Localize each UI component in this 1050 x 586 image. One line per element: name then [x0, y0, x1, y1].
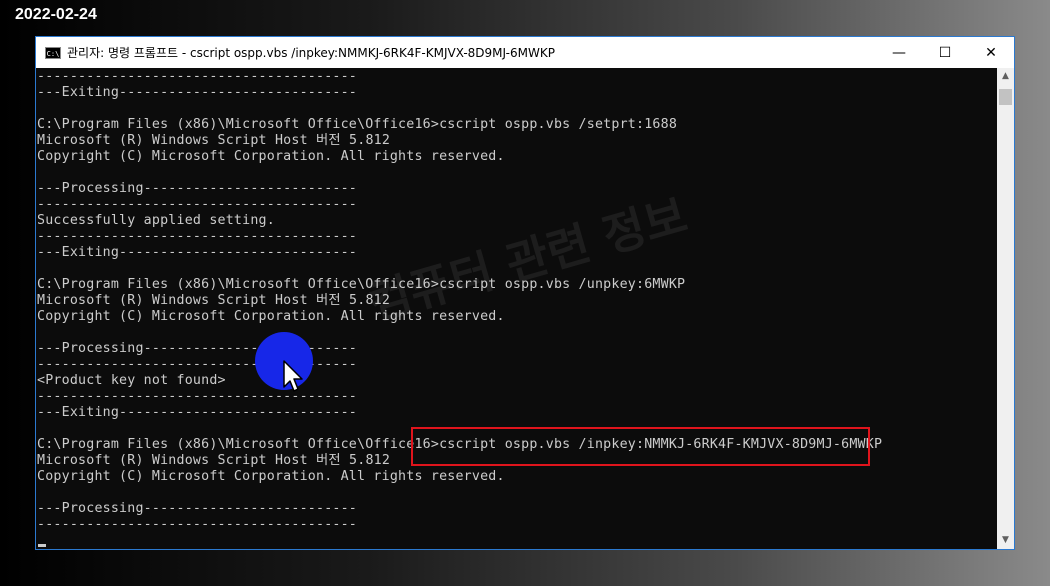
maximize-button[interactable]: ☐: [922, 37, 968, 68]
console-line: ---Processing--------------------------: [37, 341, 358, 356]
vertical-scrollbar[interactable]: ▲ ▼: [997, 68, 1014, 549]
cmd-icon: C:\: [45, 46, 61, 59]
close-button[interactable]: ✕: [968, 37, 1014, 68]
mouse-pointer-icon: [283, 360, 303, 392]
date-stamp: 2022-02-24: [15, 6, 97, 23]
maximize-icon: ☐: [938, 44, 952, 61]
console-line: ---Processing--------------------------: [37, 501, 358, 516]
text-cursor: [38, 544, 46, 547]
console-line: Copyright (C) Microsoft Corporation. All…: [37, 309, 505, 324]
scroll-up-arrow-icon[interactable]: ▲: [997, 68, 1014, 85]
console-line: <Product key not found>: [37, 373, 226, 388]
console-line: ---------------------------------------: [37, 197, 358, 212]
minimize-icon: —: [892, 44, 906, 61]
console-line: ---Processing--------------------------: [37, 181, 358, 196]
console-line: Copyright (C) Microsoft Corporation. All…: [37, 149, 505, 164]
window-controls: — ☐ ✕: [876, 37, 1014, 68]
highlight-box: [411, 427, 870, 466]
console-line: ---------------------------------------: [37, 517, 358, 532]
scroll-thumb[interactable]: [999, 89, 1012, 105]
console-line: ---------------------------------------: [37, 357, 358, 372]
command-prompt-window[interactable]: C:\ 관리자: 명령 프롬프트 - cscript ospp.vbs /inp…: [35, 36, 1015, 550]
console-line: Copyright (C) Microsoft Corporation. All…: [37, 469, 505, 484]
close-icon: ✕: [985, 44, 997, 61]
title-bar[interactable]: C:\ 관리자: 명령 프롬프트 - cscript ospp.vbs /inp…: [36, 37, 1014, 68]
console-line: ---------------------------------------: [37, 389, 358, 404]
console-line: Successfully applied setting.: [37, 213, 275, 228]
console-line: Microsoft (R) Windows Script Host 버전 5.8…: [37, 133, 391, 148]
console-output[interactable]: --------------------------------------- -…: [36, 68, 997, 549]
console-line: C:\Program Files (x86)\Microsoft Office\…: [37, 117, 678, 132]
console-line: ---Exiting-----------------------------: [37, 405, 358, 420]
window-title: 관리자: 명령 프롬프트 - cscript ospp.vbs /inpkey:…: [67, 46, 555, 60]
scroll-down-arrow-icon[interactable]: ▼: [997, 532, 1014, 549]
console-line: ---Exiting-----------------------------: [37, 85, 358, 100]
console-line: ---------------------------------------: [37, 69, 358, 84]
minimize-button[interactable]: —: [876, 37, 922, 68]
